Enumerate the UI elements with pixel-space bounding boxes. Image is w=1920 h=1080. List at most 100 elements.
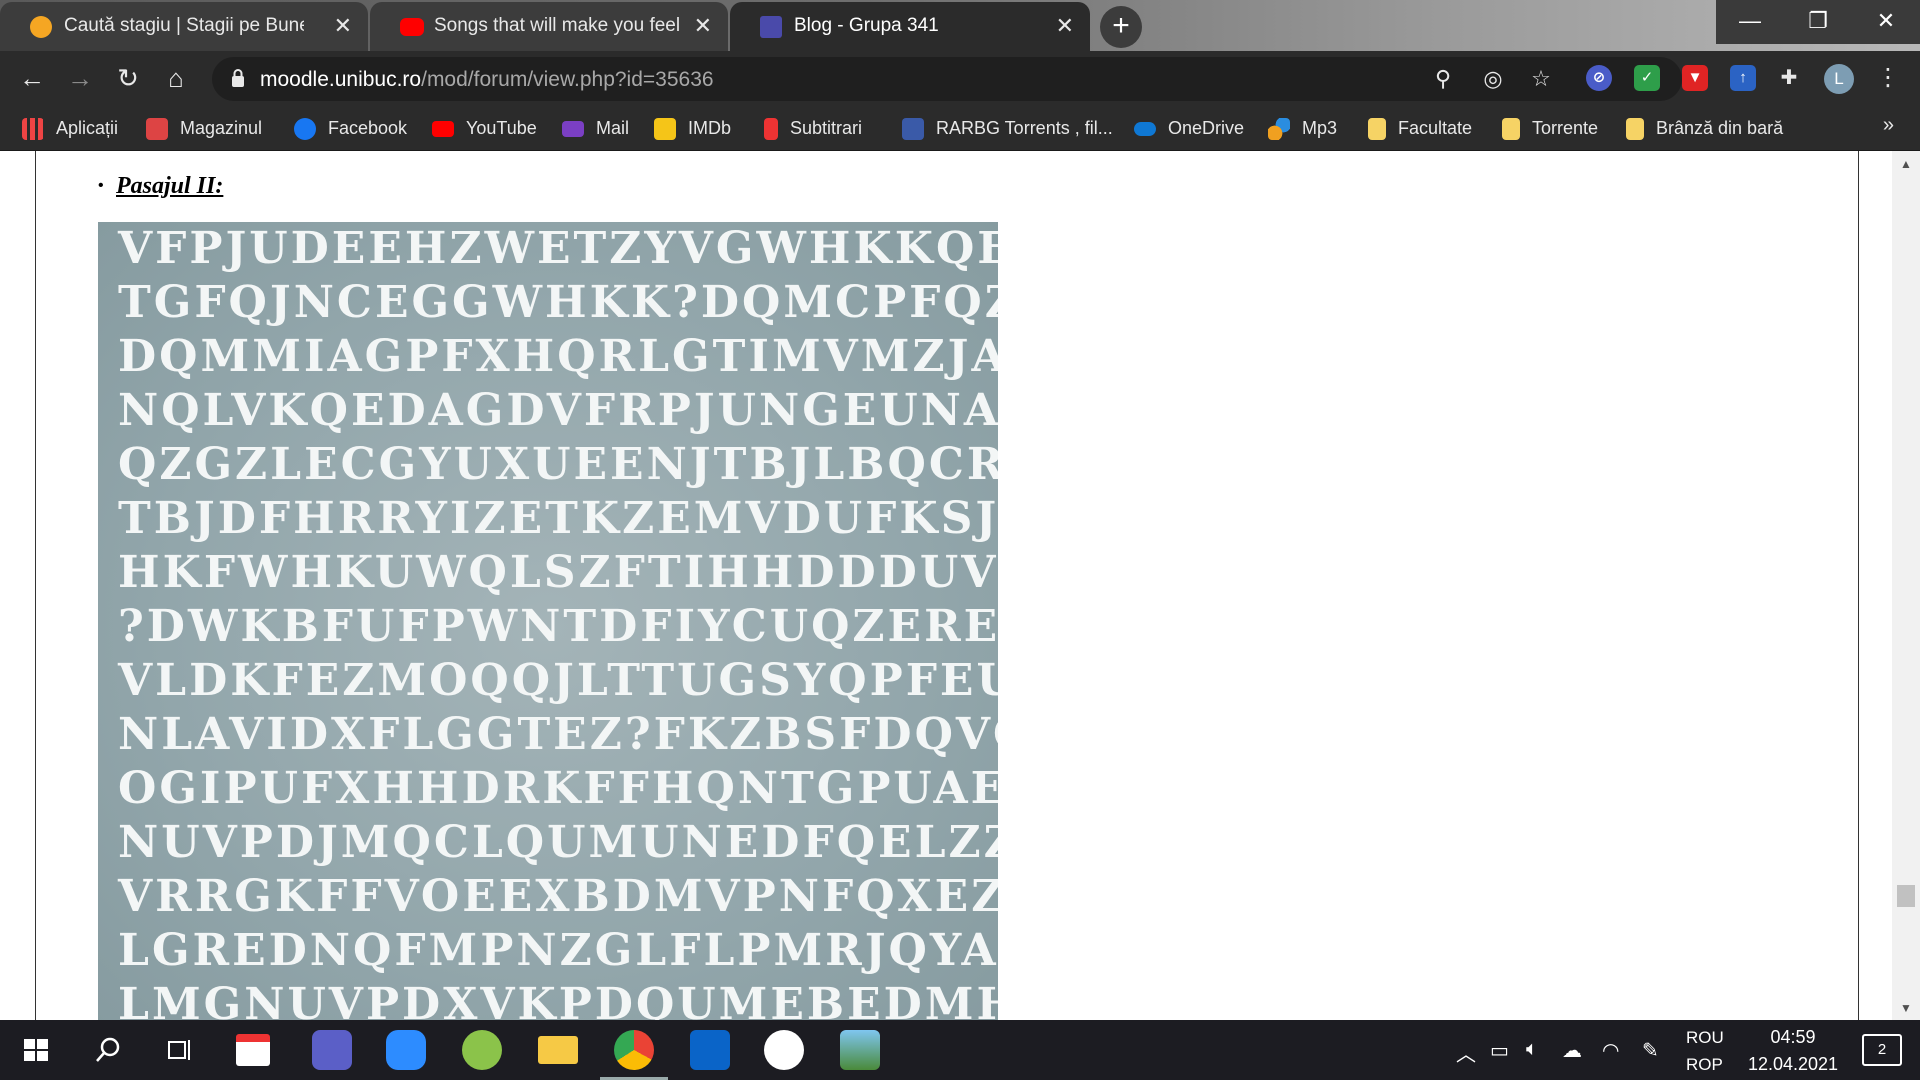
new-tab-button[interactable]: +: [1100, 6, 1142, 48]
bookmark-label: Magazinul: [180, 118, 263, 138]
menu-dots-icon[interactable]: ⋮: [1876, 63, 1900, 93]
scroll-up-icon[interactable]: ▲: [1900, 157, 1912, 171]
puzzle-row: TBJDFHRRYIZETKZEMVDUFKSJ: [118, 493, 998, 544]
word-app-icon[interactable]: [764, 1030, 804, 1070]
youtube-icon: [432, 120, 454, 137]
volume-icon[interactable]: 🔈︎: [1526, 1038, 1538, 1061]
bookmark-imdb[interactable]: IMDb: [654, 106, 731, 151]
page-right-border: [1858, 151, 1859, 1020]
browser-toolbar: ← → ↻ ⌂ moodle.unibuc.ro/mod/forum/view.…: [0, 51, 1920, 106]
battery-icon[interactable]: ▭: [1490, 1038, 1509, 1063]
rarbg-icon: [902, 117, 924, 140]
bookmark-aplicatii[interactable]: Aplicații: [22, 106, 118, 151]
reload-button[interactable]: ↻: [110, 61, 146, 97]
address-bar[interactable]: moodle.unibuc.ro/mod/forum/view.php?id=3…: [212, 57, 1682, 101]
clock-date: 12.04.2021: [1747, 1054, 1839, 1074]
lock-icon[interactable]: [230, 68, 246, 88]
bookmark-torrente[interactable]: Torrente: [1502, 106, 1598, 151]
bookmark-star-icon[interactable]: ☆: [1528, 66, 1554, 92]
store-icon: [146, 117, 168, 140]
block-extension-icon[interactable]: ⊘: [1586, 65, 1612, 91]
clock[interactable]: 04:59 12.04.2021: [1738, 1024, 1848, 1078]
close-window-button[interactable]: ✕: [1852, 0, 1920, 44]
file-explorer-icon[interactable]: [538, 1036, 578, 1064]
puzzle-row: NLAVIDXFLGGTEZ?FKZBSFDQVG: [118, 709, 998, 760]
notifications-icon[interactable]: 2: [1862, 1034, 1902, 1066]
tab-youtube[interactable]: Songs that will make you feel like ✕: [370, 2, 728, 51]
upload-extension-icon[interactable]: ↑: [1730, 65, 1756, 91]
minimize-button[interactable]: —: [1716, 0, 1784, 44]
bookmark-facultate[interactable]: Facultate: [1368, 106, 1472, 151]
bookmark-label: RARBG Torrents , fil...: [936, 118, 1113, 138]
mail-icon: [562, 120, 584, 137]
close-icon[interactable]: ✕: [334, 13, 352, 39]
close-icon[interactable]: ✕: [694, 13, 712, 39]
bookmark-magazinul[interactable]: Magazinul: [146, 106, 262, 151]
show-hidden-icons-icon[interactable]: ︿: [1456, 1038, 1476, 1067]
bookmark-rarbg[interactable]: RARBG Torrents , fil...: [902, 106, 1113, 151]
tab-stagii[interactable]: Caută stagiu | Stagii pe Bune ✕: [0, 2, 368, 51]
bookmark-mail[interactable]: Mail: [562, 106, 629, 151]
windows-start-icon[interactable]: [16, 1030, 56, 1070]
bookmark-label: Mp3: [1302, 118, 1338, 138]
language-indicator[interactable]: ROU ROP: [1686, 1024, 1724, 1078]
hide-icon[interactable]: ◎: [1480, 66, 1506, 92]
bookmark-mp3[interactable]: Mp3: [1268, 106, 1337, 151]
bookmark-label: Subtitrari: [790, 118, 863, 138]
home-button[interactable]: ⌂: [158, 61, 194, 97]
chrome-icon[interactable]: [614, 1030, 654, 1070]
bookmark-facebook[interactable]: Facebook: [294, 106, 407, 151]
cipher-image: VFPJUDEEHZWETZYVGWHKKQE TGFQJNCEGGWHKK?D…: [98, 222, 998, 1020]
clock-time: 04:59: [1770, 1027, 1816, 1047]
youtube-favicon: [400, 18, 424, 36]
bookmark-label: Aplicații: [56, 118, 119, 138]
bookmark-subtitrari[interactable]: Subtitrari: [764, 106, 862, 151]
forward-button[interactable]: →: [62, 61, 98, 97]
ublock-icon[interactable]: ▼: [1682, 65, 1708, 91]
restore-button[interactable]: ❐: [1784, 0, 1852, 44]
folder-icon: [1502, 117, 1520, 140]
bookmarks-overflow-icon[interactable]: »: [1883, 114, 1894, 137]
bookmark-onedrive[interactable]: OneDrive: [1134, 106, 1244, 151]
android-app-icon[interactable]: [462, 1030, 502, 1070]
scrollbar-thumb[interactable]: [1897, 885, 1915, 907]
onedrive-tray-icon[interactable]: ☁: [1562, 1038, 1582, 1063]
wifi-icon[interactable]: ◠: [1602, 1038, 1619, 1063]
zoom-icon[interactable]: ⚲: [1430, 66, 1456, 92]
adblock-shield-icon[interactable]: ✓: [1634, 65, 1660, 91]
python-idle-icon[interactable]: [840, 1030, 880, 1070]
bookmark-youtube[interactable]: YouTube: [432, 106, 537, 151]
puzzle-row: ?DWKBFUFPWNTDFIYCUQZEREE: [118, 601, 998, 652]
teams-icon[interactable]: [312, 1030, 352, 1070]
windows-taskbar: ︿ ▭ 🔈︎ ☁ ◠ ✎ ROU ROP 04:59 12.04.2021 2: [0, 1020, 1920, 1080]
puzzle-row: LMGNUVPDXVKPDQUMEBEDMH: [118, 979, 998, 1020]
task-view-icon[interactable]: [160, 1030, 200, 1070]
bookmark-label: OneDrive: [1168, 118, 1245, 138]
folder-icon: [1626, 117, 1644, 140]
vertical-scrollbar[interactable]: ▲ ▼: [1892, 151, 1920, 1020]
puzzle-row: VFPJUDEEHZWETZYVGWHKKQE: [118, 223, 998, 274]
bookmarks-bar: Aplicații Magazinul Facebook YouTube Mai…: [0, 106, 1920, 151]
puzzle-row: VLDKFEZMOQQJLTTUGSYQPFEU: [118, 655, 998, 706]
pen-icon[interactable]: ✎: [1642, 1038, 1659, 1063]
qbittorrent-icon[interactable]: [690, 1030, 730, 1070]
back-button[interactable]: ←: [14, 61, 50, 97]
microsoft-store-icon[interactable]: [236, 1034, 270, 1066]
stagii-favicon: [30, 16, 52, 38]
folder-icon: [1368, 117, 1386, 140]
tab-strip: Caută stagiu | Stagii pe Bune ✕ Songs th…: [0, 0, 1920, 51]
zoom-icon[interactable]: [386, 1030, 426, 1070]
extensions-puzzle-icon[interactable]: ✚: [1776, 65, 1802, 91]
profile-avatar[interactable]: L: [1824, 64, 1854, 94]
subtitrari-icon: [764, 117, 778, 140]
close-icon[interactable]: ✕: [1056, 13, 1074, 39]
scroll-down-icon[interactable]: ▼: [1900, 1001, 1912, 1015]
bookmark-label: Mail: [596, 118, 630, 138]
bookmark-branza[interactable]: Brânză din bară: [1626, 106, 1783, 151]
puzzle-row: VRRGKFFVOEEXBDMVPNFQXEZ: [118, 871, 998, 922]
url-text[interactable]: moodle.unibuc.ro/mod/forum/view.php?id=3…: [260, 68, 714, 92]
bookmark-label: Brânză din bară: [1656, 118, 1784, 138]
puzzle-row: DQMMIAGPFXHQRLGTIMVMZJA: [118, 331, 998, 382]
tab-blog[interactable]: Blog - Grupa 341 ✕: [730, 2, 1090, 51]
search-icon[interactable]: [88, 1030, 128, 1070]
